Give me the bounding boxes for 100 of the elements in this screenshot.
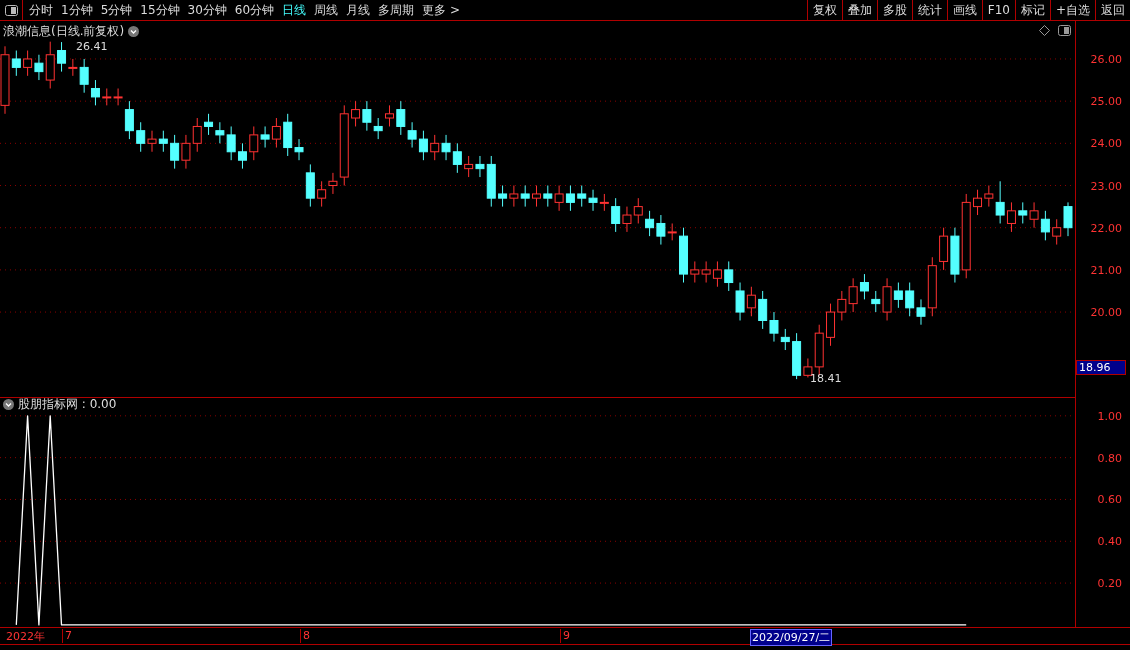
candlestick (136, 121, 146, 153)
period-tab[interactable]: 5分钟 (100, 1, 133, 19)
axis-tick-label: 21.00 (1090, 263, 1122, 277)
toolbar-button[interactable]: 多股 (876, 0, 912, 20)
indicator-title: 股朋指标网 : 0.00 (18, 398, 117, 411)
candlestick (859, 273, 869, 300)
candlestick (848, 277, 858, 313)
axis-tick-label: 0.80 (1097, 451, 1122, 465)
candlestick (893, 282, 903, 309)
candlestick (984, 185, 994, 208)
period-tab[interactable]: 月线 (346, 1, 371, 19)
candlestick (769, 311, 779, 343)
candlestick (57, 41, 67, 73)
candlestick (113, 87, 123, 106)
candlestick (237, 142, 247, 170)
candlestick (916, 298, 926, 326)
candlestick (192, 117, 202, 153)
period-tab[interactable]: 分时 (29, 1, 53, 19)
period-tab[interactable]: 日线 (282, 1, 307, 19)
candlestick (215, 121, 225, 144)
candlestick (271, 117, 281, 149)
axis-tick-label: 26.00 (1090, 52, 1122, 66)
panel-toggle-icon[interactable] (4, 4, 18, 16)
toolbar-button[interactable]: 统计 (911, 0, 947, 20)
toolbar-button[interactable]: 复权 (806, 0, 842, 20)
candlestick (1018, 201, 1028, 224)
candlestick (633, 197, 643, 224)
axis-tick-label: 24.00 (1090, 136, 1122, 150)
candlestick (249, 125, 259, 161)
candlestick (543, 185, 553, 208)
candlestick (147, 130, 157, 153)
candlestick (645, 210, 655, 237)
candlestick (204, 113, 214, 136)
diamond-icon[interactable] (1039, 25, 1050, 36)
candlestick (475, 155, 485, 178)
candlestick (373, 117, 383, 140)
date-label: 7 (62, 629, 72, 643)
candlestick (701, 260, 711, 284)
period-tab[interactable]: 30分钟 (187, 1, 227, 19)
period-tab[interactable]: 1分钟 (61, 1, 93, 19)
axis-tick-label: 0.20 (1097, 576, 1122, 590)
toolbar-button[interactable]: F10 (981, 0, 1015, 20)
dropdown-icon[interactable] (128, 26, 140, 37)
axis-tick-label: 20.00 (1090, 305, 1122, 319)
low-price-label: 18.41 (810, 372, 842, 385)
candlestick (724, 260, 734, 292)
candlestick (170, 134, 180, 170)
candlestick (1006, 201, 1016, 233)
date-label: 9 (560, 629, 570, 643)
candlestick (803, 357, 813, 378)
candlestick (746, 286, 756, 317)
candlestick (11, 50, 21, 77)
candlestick (34, 54, 44, 81)
candlestick (532, 185, 541, 208)
candlestick (577, 185, 587, 208)
candlestick (418, 130, 428, 161)
candlestick (837, 290, 847, 321)
candlestick (23, 50, 33, 77)
axis-tick-label: 22.00 (1090, 221, 1122, 235)
candlestick (452, 142, 462, 174)
axis-tick-label: 0.60 (1097, 492, 1122, 506)
candlestick (464, 155, 474, 178)
candlestick (509, 185, 519, 208)
candlestick (226, 125, 236, 161)
period-tab[interactable]: 15分钟 (140, 1, 180, 19)
candlestick (260, 125, 270, 149)
period-tab[interactable]: 多周期 (378, 1, 415, 19)
stock-title: 浪潮信息(日线.前复权) (3, 23, 125, 40)
candlestick (384, 104, 394, 127)
date-label: 2022年 (5, 629, 45, 643)
candlestick (441, 134, 451, 161)
axis-tick-label: 23.00 (1090, 179, 1122, 192)
toolbar-button[interactable]: 标记 (1014, 0, 1050, 20)
candlestick (1052, 218, 1062, 246)
candlestick (1029, 201, 1039, 229)
candlestick (690, 260, 700, 284)
candlestick (520, 185, 530, 208)
candlestick (430, 134, 440, 161)
candlestick (871, 290, 881, 313)
dropdown-icon[interactable] (3, 399, 14, 410)
candlestick (565, 185, 575, 212)
toolbar-button[interactable]: +自选 (1049, 0, 1095, 20)
panel-toggle-icon[interactable] (1058, 25, 1071, 36)
candlestick (407, 121, 417, 149)
candlestick (735, 282, 745, 321)
candlestick (351, 100, 361, 127)
candlestick (317, 180, 327, 208)
candlestick (362, 100, 372, 132)
candlestick (1040, 210, 1050, 241)
toolbar-button[interactable]: 叠加 (841, 0, 877, 20)
axis-tick-label: 1.00 (1097, 409, 1122, 423)
period-tab[interactable]: 60分钟 (234, 1, 275, 19)
candlestick (294, 138, 304, 161)
period-tab[interactable]: 周线 (314, 1, 339, 19)
candlestick (905, 282, 915, 317)
toolbar-button[interactable]: 画线 (946, 0, 982, 20)
period-tab[interactable]: 更多 > (422, 1, 460, 19)
toolbar-button[interactable]: 返回 (1095, 0, 1130, 20)
candlestick (554, 185, 564, 212)
candlestick (758, 290, 768, 330)
